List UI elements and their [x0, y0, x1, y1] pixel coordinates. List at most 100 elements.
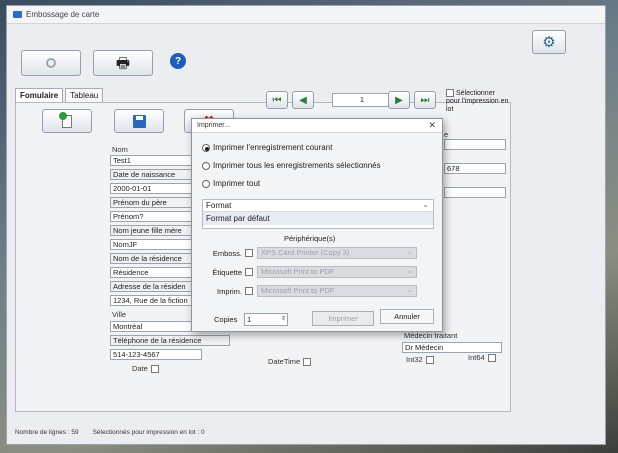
help-button[interactable]: ?	[165, 50, 191, 72]
int64-checkbox[interactable]	[487, 354, 496, 363]
device-emboss-select[interactable]: XPS Card Printer (Copy 3)	[257, 247, 417, 259]
first-record-button[interactable]: ⏮	[266, 91, 288, 109]
record-number-input[interactable]: 1	[332, 93, 390, 107]
format-select[interactable]: Format ⌄	[203, 200, 433, 212]
nom-residence-label: Nom de la résidence	[110, 253, 202, 264]
next-record-button[interactable]: ▶	[388, 91, 410, 109]
format-group: Format ⌄ Format par défaut	[202, 199, 434, 229]
int32-option[interactable]: Int32	[406, 355, 434, 365]
medecin-label: Médecin traitant	[404, 331, 458, 340]
devices-header: Périphérique(s)	[284, 234, 336, 243]
option-selected-records[interactable]: Imprimer tous les enregistrements sélect…	[202, 161, 381, 170]
option-selected-label: Imprimer tous les enregistrements sélect…	[213, 161, 381, 170]
batch-select-option[interactable]: Sélectionner pour l'impression en lot	[446, 89, 510, 114]
option-all-radio[interactable]	[202, 179, 210, 188]
option-current-label: Imprimer l'enregistrement courant	[213, 143, 333, 152]
option-print-all[interactable]: Imprimer tout	[202, 179, 260, 188]
save-icon	[132, 114, 146, 128]
date-naissance-label: Date de naissance	[110, 169, 202, 180]
print-dialog-print-button[interactable]: Imprimer	[312, 311, 374, 326]
help-icon: ?	[170, 53, 186, 69]
app-icon	[13, 11, 22, 18]
option-selected-radio[interactable]	[202, 161, 210, 170]
date-naissance-field[interactable]: 2000-01-01	[110, 183, 202, 194]
device-label-select[interactable]: Microsoft Print to PDF	[257, 266, 417, 278]
adresse-label: Adresse de la résiden	[110, 281, 202, 292]
format-label: Format	[206, 201, 232, 210]
device-printer-label: Imprim.	[217, 286, 242, 296]
print-dialog: Imprimer... ✕ Imprimer l'enregistrement …	[191, 118, 443, 332]
settings-button[interactable]: ⚙	[532, 30, 566, 54]
dialog-title: Imprimer...	[197, 122, 231, 129]
prenom-pere-field[interactable]: Prénom?	[110, 211, 202, 222]
ville-label: Ville	[112, 310, 127, 319]
option-current-radio[interactable]	[202, 143, 210, 152]
device-row-printer: Imprim. Microsoft Print to PDF	[202, 285, 417, 297]
print-button[interactable]: 🖶	[93, 50, 153, 76]
print-dialog-cancel-button[interactable]: Annuler	[380, 309, 434, 324]
nom-field[interactable]: Test1	[110, 155, 202, 166]
previous-arrow-icon: ◀	[299, 94, 307, 106]
search-button[interactable]	[21, 50, 81, 76]
next-arrow-icon: ▶	[395, 94, 403, 106]
format-value[interactable]: Format par défaut	[203, 212, 433, 225]
right-field-3[interactable]	[444, 187, 506, 198]
right-field-2[interactable]: 678	[444, 163, 506, 174]
adresse-field[interactable]: 1234, Rue de la fiction	[110, 295, 202, 306]
int32-checkbox[interactable]	[425, 356, 434, 365]
nom-jeune-fille-label: Nom jeune fille mère	[110, 225, 202, 236]
main-window: Embossage de carte 🖶 ? ⚙ Fomulaire Table…	[6, 5, 606, 445]
tab-strip: Fomulaire Tableau	[15, 88, 104, 102]
datetime-checkbox[interactable]	[303, 358, 312, 367]
add-document-icon	[59, 111, 72, 128]
datetime-option[interactable]: DateTime	[268, 357, 312, 367]
device-row-label: Étiquette Microsoft Print to PDF	[202, 266, 417, 278]
dialog-title-bar: Imprimer... ✕	[192, 119, 442, 133]
telephone-field[interactable]: 514-123-4567	[110, 349, 202, 360]
date-option[interactable]: Date	[132, 364, 159, 374]
telephone-label: Téléphone de la résidence	[110, 335, 230, 346]
right-field-1[interactable]	[444, 139, 506, 150]
window-title: Embossage de carte	[26, 10, 100, 19]
previous-record-button[interactable]: ◀	[292, 91, 314, 109]
batch-select-checkbox[interactable]	[446, 89, 454, 97]
device-printer-select[interactable]: Microsoft Print to PDF	[257, 285, 417, 297]
right-partial-label: e	[444, 130, 449, 139]
nom-jeune-fille-field[interactable]: NomJF	[110, 239, 202, 250]
spinner-icon[interactable]: ⇕	[281, 314, 286, 325]
close-icon[interactable]: ✕	[428, 118, 436, 132]
ville-field[interactable]: Montréal	[110, 321, 202, 332]
gear-icon: ⚙	[542, 34, 556, 51]
device-emboss-label: Emboss.	[212, 248, 242, 258]
date-checkbox[interactable]	[150, 365, 159, 374]
add-record-button[interactable]	[42, 109, 92, 133]
device-label-checkbox[interactable]	[245, 268, 253, 276]
device-printer-checkbox[interactable]	[245, 287, 253, 295]
device-label-label: Étiquette	[212, 267, 242, 277]
date-label: Date	[132, 364, 148, 373]
batch-count: Sélectionnés pour impression en lot : 0	[92, 429, 205, 436]
printer-icon: 🖶	[115, 54, 131, 72]
search-icon	[46, 58, 56, 68]
last-record-button[interactable]: ⏭	[414, 91, 436, 109]
option-current-record[interactable]: Imprimer l'enregistrement courant	[202, 143, 332, 152]
int32-label: Int32	[406, 355, 423, 364]
status-bar: Nombre de lignes : 59 Sélectionnés pour …	[15, 429, 205, 436]
title-bar: Embossage de carte	[7, 6, 605, 24]
device-row-emboss: Emboss. XPS Card Printer (Copy 3)	[202, 247, 417, 259]
copies-input[interactable]: 1 ⇕	[244, 313, 288, 326]
copies-label: Copies	[214, 315, 238, 324]
int64-option[interactable]: Int64	[468, 353, 496, 363]
copies-value: 1	[247, 315, 252, 324]
save-button[interactable]	[114, 109, 164, 133]
tab-formulaire[interactable]: Fomulaire	[15, 88, 64, 102]
tab-tableau[interactable]: Tableau	[65, 88, 104, 102]
medecin-field[interactable]: Dr Médecin	[402, 342, 502, 353]
datetime-label: DateTime	[268, 357, 301, 366]
last-arrow-icon: ⏭	[420, 94, 430, 106]
int64-label: Int64	[468, 353, 485, 362]
first-arrow-icon: ⏮	[272, 94, 282, 106]
nom-residence-field[interactable]: Résidence	[110, 267, 202, 278]
device-emboss-checkbox[interactable]	[245, 249, 253, 257]
chevron-down-icon: ⌄	[422, 200, 429, 209]
